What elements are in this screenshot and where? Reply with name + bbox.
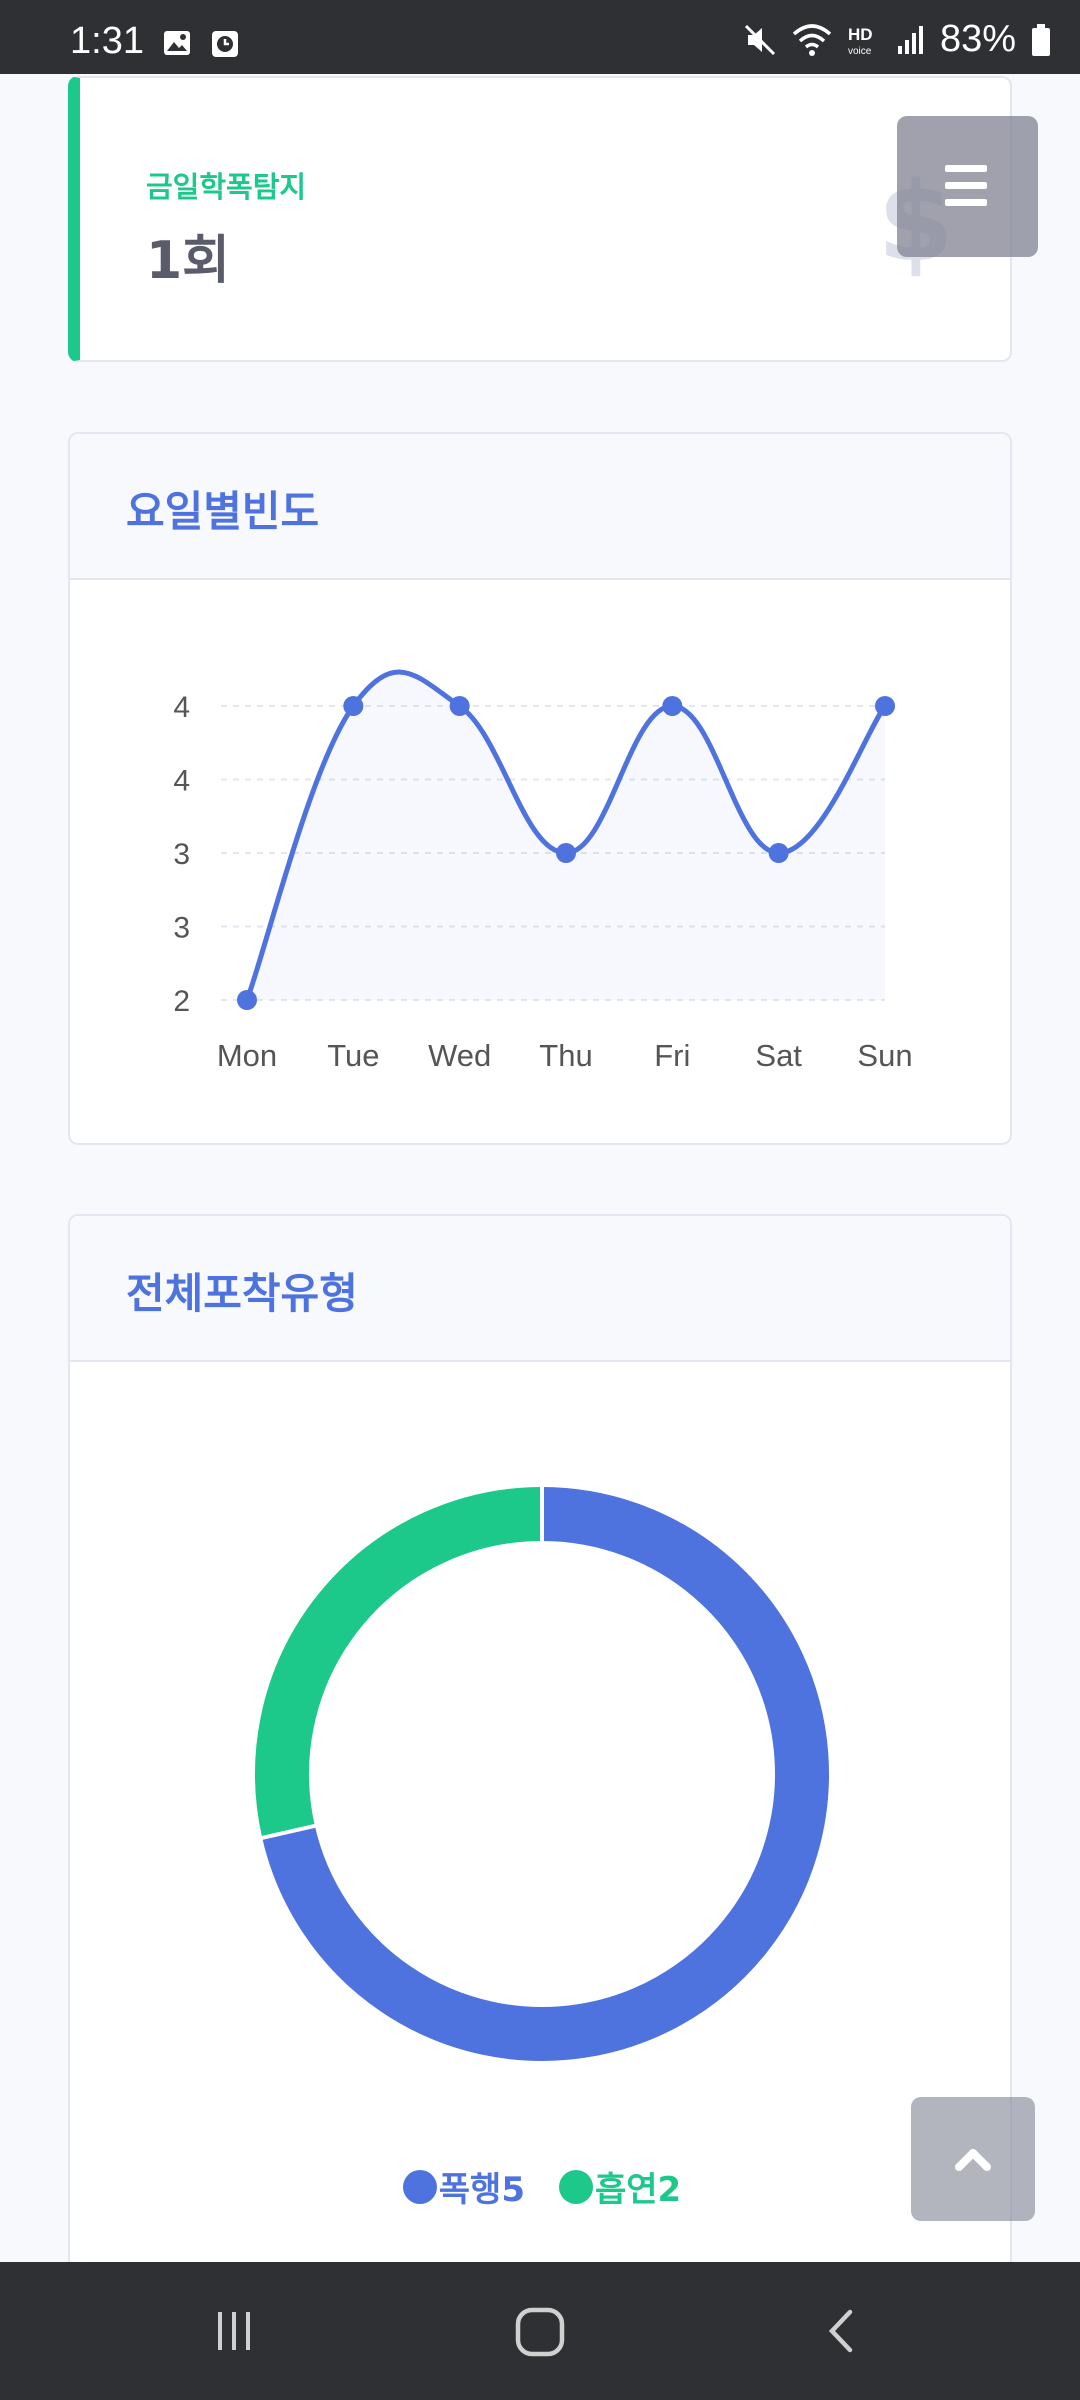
chevron-up-icon: [955, 2149, 991, 2171]
x-tick-label: Tue: [327, 1038, 379, 1073]
clock-app-icon: [212, 31, 238, 57]
legend-label: 폭행5: [438, 2170, 525, 2210]
svg-text:HD: HD: [848, 25, 873, 44]
back-icon[interactable]: [822, 2308, 862, 2354]
stat-label: 금일학폭탐지: [146, 170, 307, 204]
battery-percent: 83%: [939, 18, 1016, 60]
detection-stat-card: 금일학폭탐지 1회 $: [68, 76, 1012, 362]
legend-label: 흡연2: [595, 2170, 682, 2210]
data-point: [237, 990, 257, 1010]
detection-type-card: 전체포착유형 폭행5 흡연2: [68, 1214, 1012, 2274]
x-tick-label: Thu: [539, 1038, 592, 1073]
data-point: [343, 696, 364, 716]
y-tick-label: 2: [173, 985, 190, 1018]
legend-item[interactable]: 흡연2: [559, 2162, 681, 2211]
weekday-frequency-card: 요일별빈도 4 4 3 3 2 Mon Tue Wed Thu Fri Sat Sun: [68, 432, 1012, 1145]
data-point: [768, 843, 789, 863]
scroll-to-top-button[interactable]: [911, 2097, 1035, 2221]
y-tick-label: 3: [173, 912, 190, 945]
status-time: 1:31: [70, 20, 144, 62]
donut-slice: [255, 1487, 543, 1838]
legend-dot: [559, 2169, 593, 2204]
x-tick-label: Sun: [857, 1038, 912, 1073]
menu-button[interactable]: [897, 116, 1038, 257]
svg-text:voice: voice: [848, 46, 872, 57]
data-point: [556, 843, 576, 863]
data-point: [449, 696, 470, 716]
y-tick-label: 3: [173, 838, 190, 871]
signal-icon: [897, 25, 923, 54]
system-nav-bar: [0, 2262, 1080, 2400]
card-header: 전체포착유형: [70, 1216, 1010, 1362]
card-title: 요일별빈도: [126, 487, 320, 536]
y-tick-label: 4: [173, 691, 190, 724]
card-title: 전체포착유형: [126, 1269, 358, 1318]
weekday-line-chart: 4 4 3 3 2 Mon Tue Wed Thu Fri Sat Sun: [173, 669, 913, 1073]
image-icon: [164, 31, 190, 55]
mute-icon: [744, 24, 775, 55]
hd-voice-icon: HD voice: [848, 25, 873, 57]
legend-dot: [402, 2169, 437, 2204]
recent-apps-icon[interactable]: [212, 2308, 256, 2354]
x-tick-label: Sat: [755, 1038, 802, 1073]
data-point: [662, 696, 683, 716]
stat-value: 1회: [146, 231, 231, 291]
chart-legend: 폭행5 흡연2: [70, 2162, 1010, 2211]
battery-icon: [1032, 23, 1050, 56]
card-header: 요일별빈도: [70, 434, 1010, 580]
data-point: [875, 696, 895, 716]
x-tick-label: Wed: [428, 1038, 491, 1073]
x-tick-label: Mon: [217, 1038, 277, 1073]
status-bar: 1:31 HD voice 83%: [0, 0, 1080, 74]
y-tick-label: 4: [173, 765, 190, 798]
wifi-icon: [792, 23, 832, 56]
home-icon[interactable]: [514, 2306, 566, 2358]
x-tick-label: Fri: [654, 1038, 690, 1073]
legend-item[interactable]: 폭행5: [402, 2162, 525, 2211]
type-donut-chart: [255, 1485, 829, 2061]
